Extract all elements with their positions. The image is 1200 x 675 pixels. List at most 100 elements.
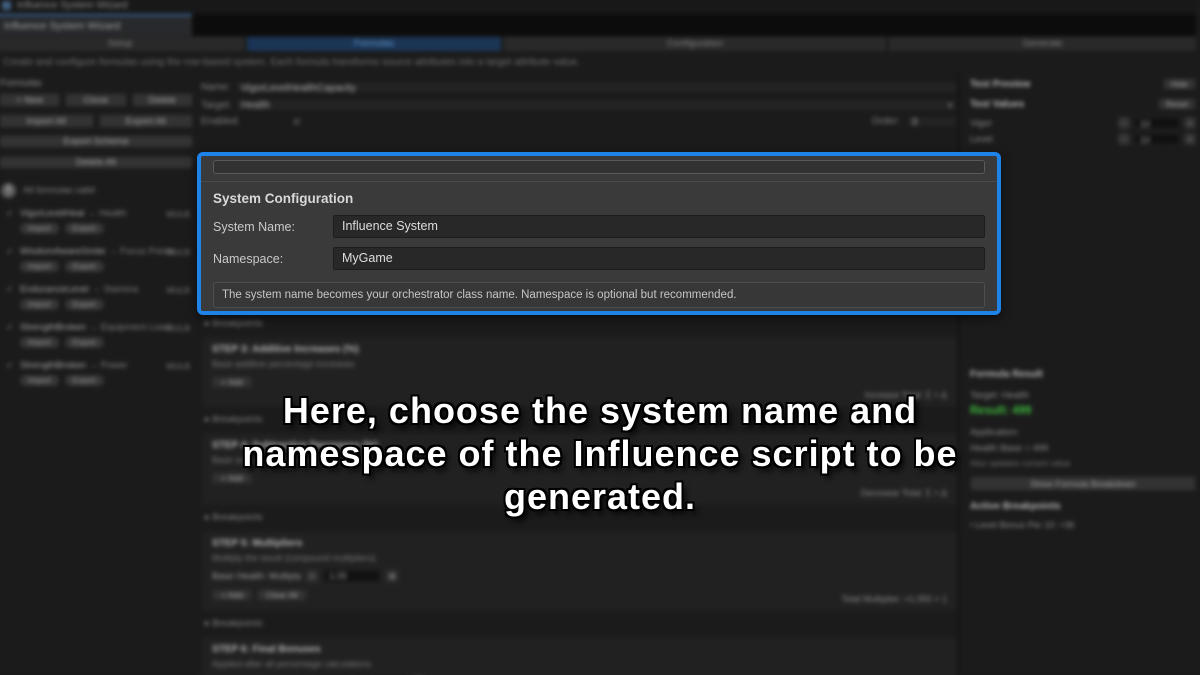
- delete-formula-button[interactable]: Delete: [132, 93, 193, 107]
- namespace-row: Namespace: MyGame: [213, 247, 985, 270]
- minus-button[interactable]: −: [1118, 133, 1130, 145]
- formula-list-item[interactable]: ✓ WisdomAwareSmite → Focus Points MULB I…: [0, 246, 194, 277]
- export-all-button[interactable]: Export All: [99, 114, 194, 128]
- tab-setup[interactable]: Setup: [0, 37, 244, 51]
- step5-add-button[interactable]: + Add: [212, 589, 252, 601]
- system-name-label: System Name:: [213, 220, 333, 234]
- system-configuration-callout: System Configuration System Name: Influe…: [197, 152, 1001, 315]
- system-name-row: System Name: Influence System: [213, 215, 985, 238]
- tab-generate[interactable]: Generate: [889, 37, 1196, 51]
- info-icon: !: [1, 183, 16, 198]
- formula-badge: MULB: [166, 361, 190, 371]
- test-value-input[interactable]: 10: [1134, 133, 1180, 145]
- tab-configuration[interactable]: Configuration: [504, 37, 886, 51]
- preview-header: Test Preview Hide: [970, 78, 1196, 90]
- formula-export-button[interactable]: Export: [65, 299, 104, 310]
- step6-card: STEP 6: Final Bonuses Applied after all …: [201, 636, 958, 675]
- app-window: Influence System Wizard Influence System…: [0, 0, 1200, 675]
- formula-name: VigorLevelHeal: [20, 208, 84, 219]
- checkmark-icon[interactable]: ✓: [6, 208, 14, 219]
- minus-button[interactable]: −: [1118, 117, 1130, 129]
- formula-export-button[interactable]: Export: [65, 261, 104, 272]
- sidebar-button-row: + New Clone Delete: [0, 93, 193, 107]
- formula-import-button[interactable]: Import: [20, 261, 59, 272]
- wizard-tab-bar: Setup Formulas Configuration Generate: [0, 37, 1196, 51]
- test-value-label: Vigor: [970, 118, 1030, 129]
- clone-formula-button[interactable]: Clone: [65, 93, 126, 107]
- formula-import-button[interactable]: Import: [20, 375, 59, 386]
- plus-button[interactable]: +: [1184, 133, 1196, 145]
- formula-export-button[interactable]: Export: [65, 375, 104, 386]
- result-title: Formula Result: [970, 369, 1043, 380]
- step3-add-button[interactable]: + Add: [212, 376, 252, 388]
- dock-tab-influence-wizard[interactable]: Influence System Wizard: [0, 14, 192, 36]
- test-values-title: Test Values: [970, 99, 1024, 110]
- enabled-checkbox[interactable]: ✓: [291, 116, 303, 128]
- formula-list-item[interactable]: ✓ VigorLevelHeal → Health MULB Import Ex…: [0, 208, 194, 239]
- formula-list-item[interactable]: ✓ StrengthBroken → Power MULB Import Exp…: [0, 360, 194, 391]
- export-schema-button[interactable]: Export Schema: [0, 135, 193, 148]
- multiplier-row: Base Health: Multiply × 1.05 ⊗: [212, 569, 947, 583]
- formula-import-button[interactable]: Import: [20, 299, 59, 310]
- window-titlebar: Influence System Wizard: [0, 0, 1196, 14]
- test-value-input[interactable]: 10: [1134, 117, 1180, 129]
- checkmark-icon[interactable]: ✓: [6, 246, 14, 257]
- checkmark-icon[interactable]: ✓: [6, 322, 14, 333]
- formula-name: EnduranceLevel: [20, 284, 89, 295]
- screenshot-root: Influence System Wizard Influence System…: [0, 0, 1200, 675]
- tab-formulas[interactable]: Formulas: [247, 37, 501, 51]
- target-dropdown[interactable]: Health ▾: [235, 98, 958, 112]
- formula-badge: MULB: [166, 247, 190, 257]
- step6-title: STEP 6: Final Bonuses: [212, 644, 947, 655]
- divider: [201, 181, 997, 182]
- formula-name: WisdomAwareSmite: [20, 246, 105, 257]
- step6-desc: Applied after all percentage calculation…: [212, 659, 947, 669]
- formula-export-button[interactable]: Export: [65, 223, 104, 234]
- import-all-button[interactable]: Import All: [0, 114, 94, 128]
- delete-all-button[interactable]: Delete All: [0, 156, 193, 169]
- breakpoints-foldout[interactable]: ▸ Breakpoints: [205, 618, 958, 630]
- tab-description: Create and configure formulas using the …: [3, 57, 580, 68]
- dock-tab-strip: Influence System Wizard: [0, 14, 1196, 36]
- breakpoints-foldout[interactable]: ▸ Breakpoints: [205, 318, 958, 330]
- caption-line: namespace of the Influence script to be: [0, 432, 1200, 475]
- test-value-row: Level − 10 +: [970, 133, 1196, 145]
- formula-import-button[interactable]: Import: [20, 337, 59, 348]
- formula-target: → Equipment Load: [89, 322, 170, 333]
- reset-button[interactable]: Reset: [1158, 98, 1196, 110]
- checkmark-icon[interactable]: ✓: [6, 284, 14, 295]
- validation-status: ! All formulas valid: [1, 183, 196, 198]
- formula-badge: MULB: [166, 209, 190, 219]
- formula-name-input[interactable]: VigorLevelHealthCapacity: [235, 81, 958, 94]
- app-icon: [2, 1, 11, 10]
- formula-target: → Focus Points: [108, 246, 175, 257]
- checkmark-icon[interactable]: ✓: [6, 360, 14, 371]
- multiplier-value-input[interactable]: 1.05: [323, 569, 381, 583]
- step3-title: STEP 3: Additive Increases (%): [212, 344, 947, 355]
- remove-icon[interactable]: ⊗: [386, 570, 398, 582]
- formula-target: → Stamina: [91, 284, 138, 295]
- namespace-input[interactable]: MyGame: [333, 247, 985, 270]
- formula-list-item[interactable]: ✓ EnduranceLevel → Stamina MULB Import E…: [0, 284, 194, 315]
- namespace-label: Namespace:: [213, 252, 333, 266]
- formula-import-button[interactable]: Import: [20, 223, 59, 234]
- plus-button[interactable]: +: [1184, 117, 1196, 129]
- order-input[interactable]: 0: [906, 115, 958, 128]
- new-formula-button[interactable]: + New: [0, 93, 60, 107]
- formula-export-button[interactable]: Export: [65, 337, 104, 348]
- system-name-input[interactable]: Influence System: [333, 215, 985, 238]
- test-value-label: Level: [970, 134, 1030, 145]
- hide-button[interactable]: Hide: [1163, 78, 1196, 90]
- preview-title: Test Preview: [970, 79, 1030, 90]
- order-label: Order:: [872, 116, 900, 127]
- foldout-arrow-icon: ▸: [205, 618, 210, 629]
- name-row: Name: VigorLevelHealthCapacity: [201, 81, 958, 94]
- formula-list-item[interactable]: ✓ StrengthBroken → Equipment Load MULB I…: [0, 322, 194, 353]
- test-preview-panel: Test Preview Hide Test Values Reset Vigo…: [966, 72, 1200, 675]
- step5-title: STEP 5: Multipliers: [212, 538, 947, 549]
- step5-clear-all-button[interactable]: Clear All: [257, 589, 307, 601]
- window-title: Influence System Wizard: [17, 0, 128, 11]
- tutorial-caption: Here, choose the system name and namespa…: [0, 389, 1200, 518]
- multiplier-buttons: + Add Clear All: [212, 589, 947, 601]
- name-label: Name:: [201, 82, 235, 93]
